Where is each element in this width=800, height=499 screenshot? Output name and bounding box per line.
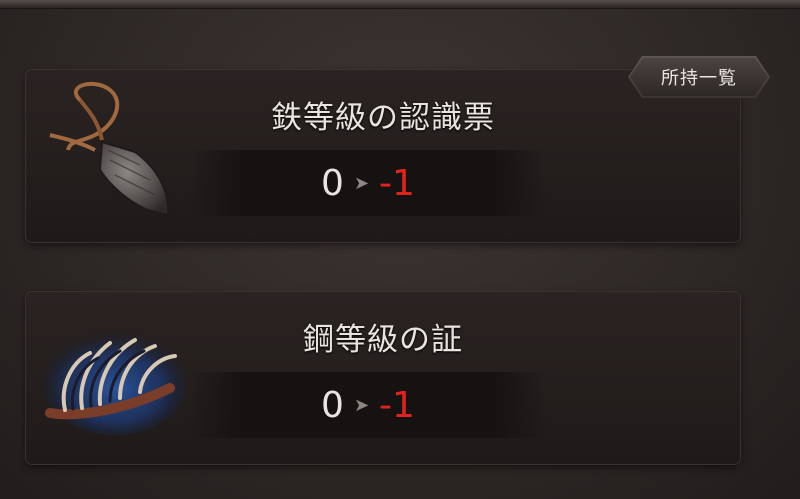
count-change: 0 ➤ -1 [190, 150, 546, 216]
iron-tag-icon [49, 81, 170, 217]
arrow-right-icon: ➤ [353, 394, 370, 416]
top-frame-rim [0, 0, 800, 9]
arrow-right-icon: ➤ [353, 172, 370, 194]
count-change: 0 ➤ -1 [190, 372, 546, 438]
count-to: -1 [379, 384, 415, 426]
owned-list-label: 所持一覧 [661, 68, 737, 89]
count-from: 0 [321, 384, 344, 426]
bone-claw-icon [43, 331, 187, 435]
owned-list-button[interactable]: 所持一覧 [628, 56, 770, 98]
count-from: 0 [321, 162, 344, 204]
count-to: -1 [379, 162, 415, 204]
